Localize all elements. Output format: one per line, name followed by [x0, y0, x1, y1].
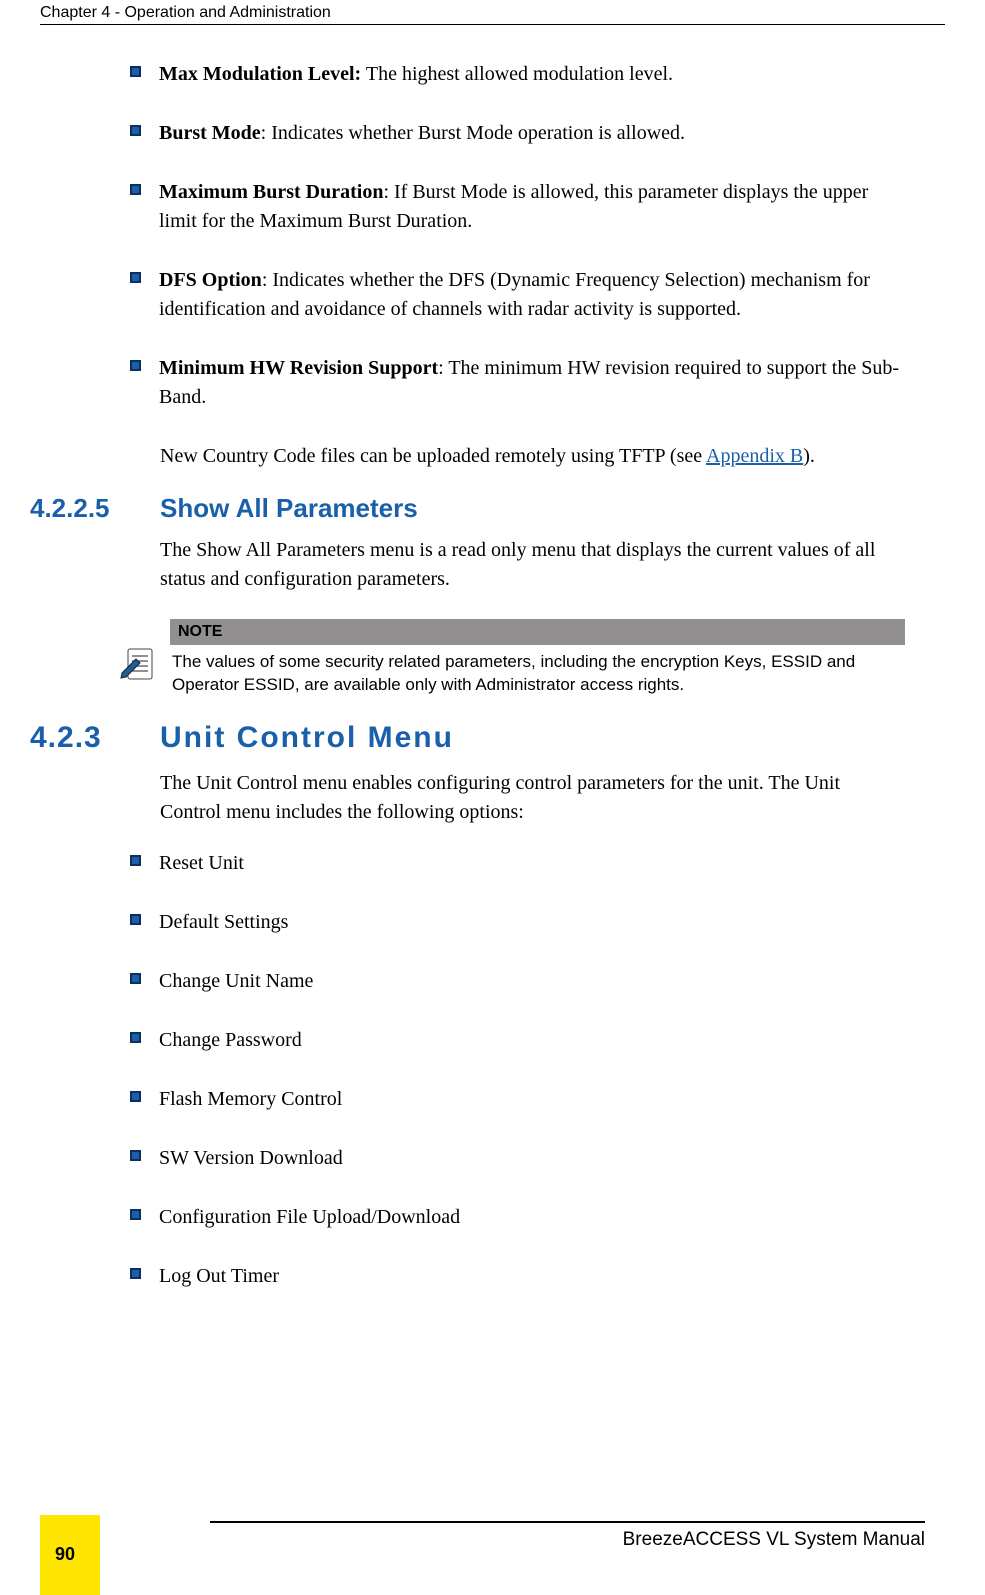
bullet-square-icon: [130, 855, 141, 866]
definition-text: Burst Mode: Indicates whether Burst Mode…: [159, 119, 685, 148]
definition-body: The highest allowed modulation level.: [361, 63, 673, 85]
appendix-b-link[interactable]: Appendix B: [706, 445, 803, 467]
definition-text: Minimum HW Revision Support: The minimum…: [159, 354, 905, 412]
bullet-square-icon: [130, 1032, 141, 1043]
section-4-2-2-5-heading: 4.2.2.5 Show All Parameters: [30, 493, 905, 524]
section-number: 4.2.2.5: [30, 493, 160, 524]
bullet-square-icon: [130, 125, 141, 136]
definition-term: Burst Mode: [159, 122, 261, 144]
definition-item: Maximum Burst Duration: If Burst Mode is…: [160, 178, 905, 236]
list-item: Change Unit Name: [160, 967, 905, 996]
note-content: NOTE The values of some security related…: [170, 619, 905, 703]
list-item: Log Out Timer: [160, 1262, 905, 1291]
menu-option: Default Settings: [159, 908, 288, 937]
list-item: SW Version Download: [160, 1144, 905, 1173]
bullet-square-icon: [130, 360, 141, 371]
page-header: Chapter 4 - Operation and Administration: [40, 4, 945, 25]
bullet-square-icon: [130, 66, 141, 77]
definition-term: Maximum Burst Duration: [159, 181, 383, 203]
definition-body: : Indicates whether the DFS (Dynamic Fre…: [159, 269, 870, 320]
bullet-square-icon: [130, 272, 141, 283]
menu-option: Change Password: [159, 1026, 302, 1055]
section-4-2-3-heading: 4.2.3 Unit Control Menu: [30, 721, 905, 755]
list-item: Change Password: [160, 1026, 905, 1055]
page-footer: BreezeACCESS VL System Manual 90: [0, 1515, 985, 1595]
list-item: Configuration File Upload/Download: [160, 1203, 905, 1232]
body-column: Max Modulation Level: The highest allowe…: [160, 60, 905, 1321]
bullet-square-icon: [130, 973, 141, 984]
menu-option: Flash Memory Control: [159, 1085, 342, 1114]
definition-term: Max Modulation Level:: [159, 63, 361, 85]
definition-text: Max Modulation Level: The highest allowe…: [159, 60, 673, 89]
definition-text: DFS Option: Indicates whether the DFS (D…: [159, 266, 905, 324]
para-post: ).: [803, 445, 815, 467]
bullet-square-icon: [130, 1091, 141, 1102]
section-423-body: The Unit Control menu enables configurin…: [160, 769, 905, 827]
note-icon: [118, 645, 158, 685]
page: Chapter 4 - Operation and Administration…: [0, 0, 985, 1595]
definition-item: DFS Option: Indicates whether the DFS (D…: [160, 266, 905, 324]
chapter-title: Chapter 4 - Operation and Administration: [40, 4, 331, 21]
note-body: The values of some security related para…: [170, 645, 905, 703]
country-code-paragraph: New Country Code files can be uploaded r…: [160, 442, 905, 471]
menu-option: Configuration File Upload/Download: [159, 1203, 460, 1232]
section-title: Unit Control Menu: [160, 721, 454, 755]
definition-term: Minimum HW Revision Support: [159, 357, 438, 379]
section-number: 4.2.3: [30, 721, 160, 755]
bullet-square-icon: [130, 1268, 141, 1279]
para-pre: New Country Code files can be uploaded r…: [160, 445, 706, 467]
definition-item: Minimum HW Revision Support: The minimum…: [160, 354, 905, 412]
bullet-square-icon: [130, 914, 141, 925]
list-item: Flash Memory Control: [160, 1085, 905, 1114]
bullet-square-icon: [130, 1209, 141, 1220]
menu-option: Reset Unit: [159, 849, 244, 878]
menu-option: SW Version Download: [159, 1144, 343, 1173]
list-item: Reset Unit: [160, 849, 905, 878]
definition-body: : Indicates whether Burst Mode operation…: [261, 122, 685, 144]
note-label: NOTE: [170, 619, 905, 645]
menu-option: Change Unit Name: [159, 967, 313, 996]
definition-text: Maximum Burst Duration: If Burst Mode is…: [159, 178, 905, 236]
footer-rule: [210, 1521, 925, 1523]
section-4225-body: The Show All Parameters menu is a read o…: [160, 536, 905, 594]
manual-title: BreezeACCESS VL System Manual: [623, 1529, 925, 1551]
menu-option: Log Out Timer: [159, 1262, 279, 1291]
bullet-square-icon: [130, 184, 141, 195]
bullet-square-icon: [130, 1150, 141, 1161]
unit-control-menu-list: Reset Unit Default Settings Change Unit …: [160, 849, 905, 1291]
list-item: Default Settings: [160, 908, 905, 937]
section-title: Show All Parameters: [160, 493, 418, 524]
definition-item: Max Modulation Level: The highest allowe…: [160, 60, 905, 89]
page-number: 90: [55, 1544, 75, 1565]
note-block: NOTE The values of some security related…: [118, 619, 905, 703]
definition-item: Burst Mode: Indicates whether Burst Mode…: [160, 119, 905, 148]
definition-term: DFS Option: [159, 269, 262, 291]
